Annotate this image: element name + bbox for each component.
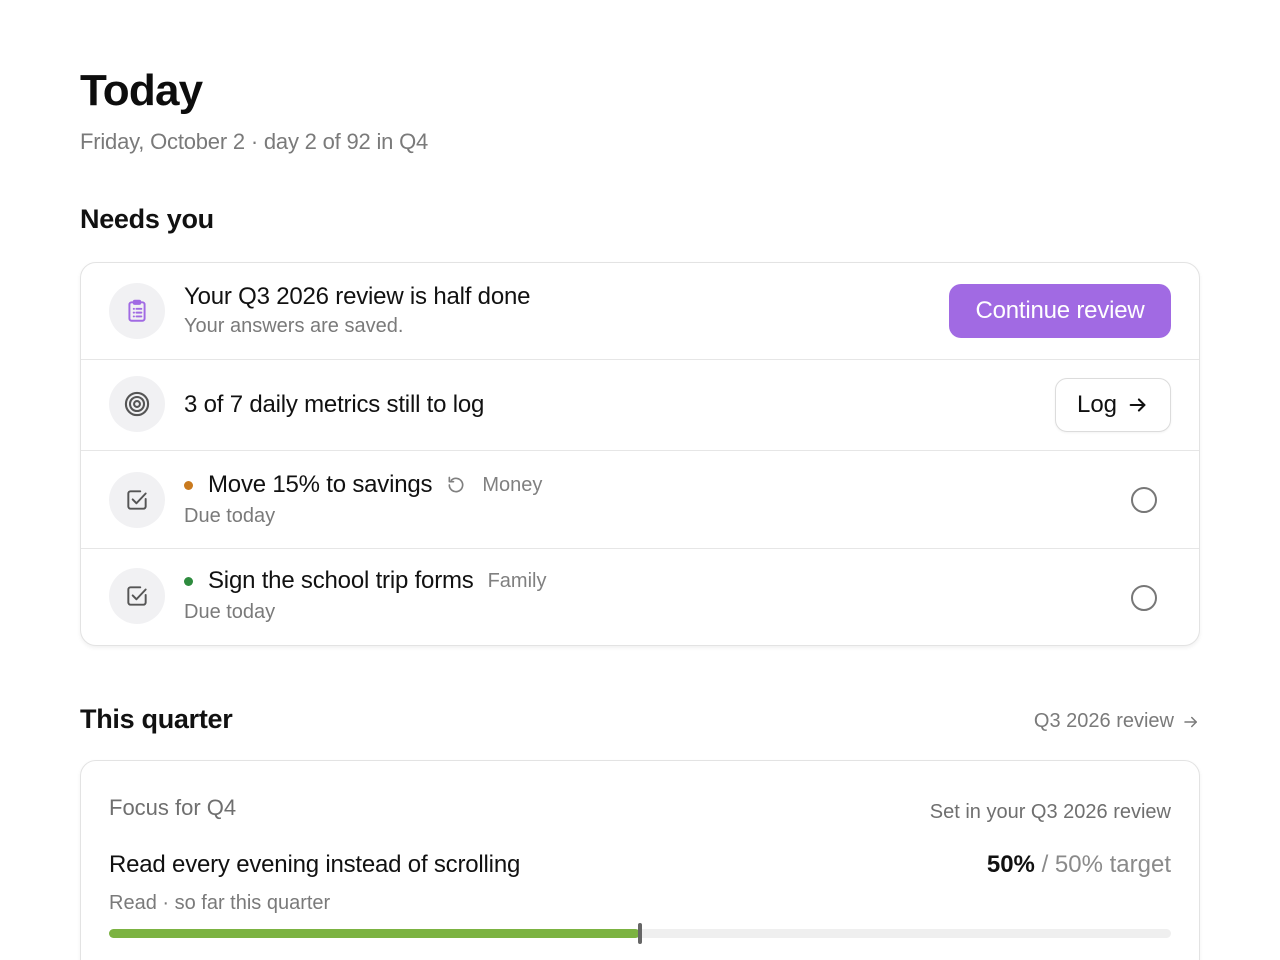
checkbox-icon (127, 586, 147, 606)
needs-you-card: Your Q3 2026 review is half done Your an… (80, 262, 1200, 646)
log-button-label: Log (1076, 391, 1118, 418)
goal-subtitle: Read · so far this quarter (109, 892, 331, 914)
review-subtitle: Your answers are saved. (184, 315, 404, 337)
arrow-right-icon (1129, 398, 1146, 412)
goal-target-value: / 50% target (1041, 851, 1171, 878)
checkbox-icon (127, 490, 147, 510)
goal-title: Read every evening instead of scrolling (109, 851, 521, 878)
task-row[interactable]: Move 15% to savings Money Due today (81, 450, 1199, 548)
task-line: Move 15% to savings Money (184, 471, 542, 499)
focus-card: Focus for Q4 Set in your Q3 2026 review … (80, 760, 1200, 960)
clipboard-icon (128, 299, 146, 322)
metrics-row: 3 of 7 daily metrics still to log Log (81, 359, 1199, 450)
metrics-icon-wrap (109, 376, 165, 432)
task-name: Move 15% to savings (208, 471, 433, 498)
review-row: Your Q3 2026 review is half done Your an… (81, 263, 1199, 359)
arrow-right-icon (1184, 716, 1197, 727)
goal-progress-fill (109, 929, 640, 938)
goal-current-value: 50% (986, 851, 1035, 878)
goal-progress-bar (109, 923, 1171, 944)
task-line: Sign the school trip forms Family (184, 567, 546, 595)
log-button[interactable]: Log (1055, 378, 1171, 432)
this-quarter-title: This quarter (80, 704, 233, 734)
task-tag: Family (487, 569, 547, 592)
task-icon-wrap (109, 472, 165, 528)
review-icon-wrap (109, 283, 165, 339)
task-icon-wrap (109, 568, 165, 624)
continue-review-button[interactable]: Continue review (949, 284, 1171, 338)
priority-dot (184, 480, 193, 490)
target-icon (124, 391, 150, 417)
metrics-title: 3 of 7 daily metrics still to log (184, 391, 485, 418)
page-subtitle: Friday, October 2 · day 2 of 92 in Q4 (80, 129, 429, 154)
task-due: Due today (184, 601, 276, 623)
goal-target-marker (638, 923, 642, 944)
focus-meta: Set in your Q3 2026 review (929, 801, 1171, 823)
goal-value: 50% / 50% target (987, 851, 1171, 879)
q3-review-link-label: Q3 2026 review (1033, 710, 1174, 732)
task-row[interactable]: Sign the school trip forms Family Due to… (81, 548, 1199, 645)
task-name: Sign the school trip forms (208, 567, 474, 594)
review-title: Your Q3 2026 review is half done (184, 283, 531, 310)
task-due: Due today (184, 505, 276, 527)
task-complete-checkbox[interactable] (1131, 487, 1157, 513)
needs-you-title: Needs you (80, 204, 214, 234)
task-tag: Money (482, 473, 543, 496)
priority-dot (184, 576, 193, 586)
focus-label: Focus for Q4 (109, 795, 237, 820)
page-title: Today (80, 66, 203, 115)
repeat-icon (446, 475, 466, 495)
q3-review-link[interactable]: Q3 2026 review (1034, 710, 1200, 733)
task-complete-checkbox[interactable] (1131, 585, 1157, 611)
